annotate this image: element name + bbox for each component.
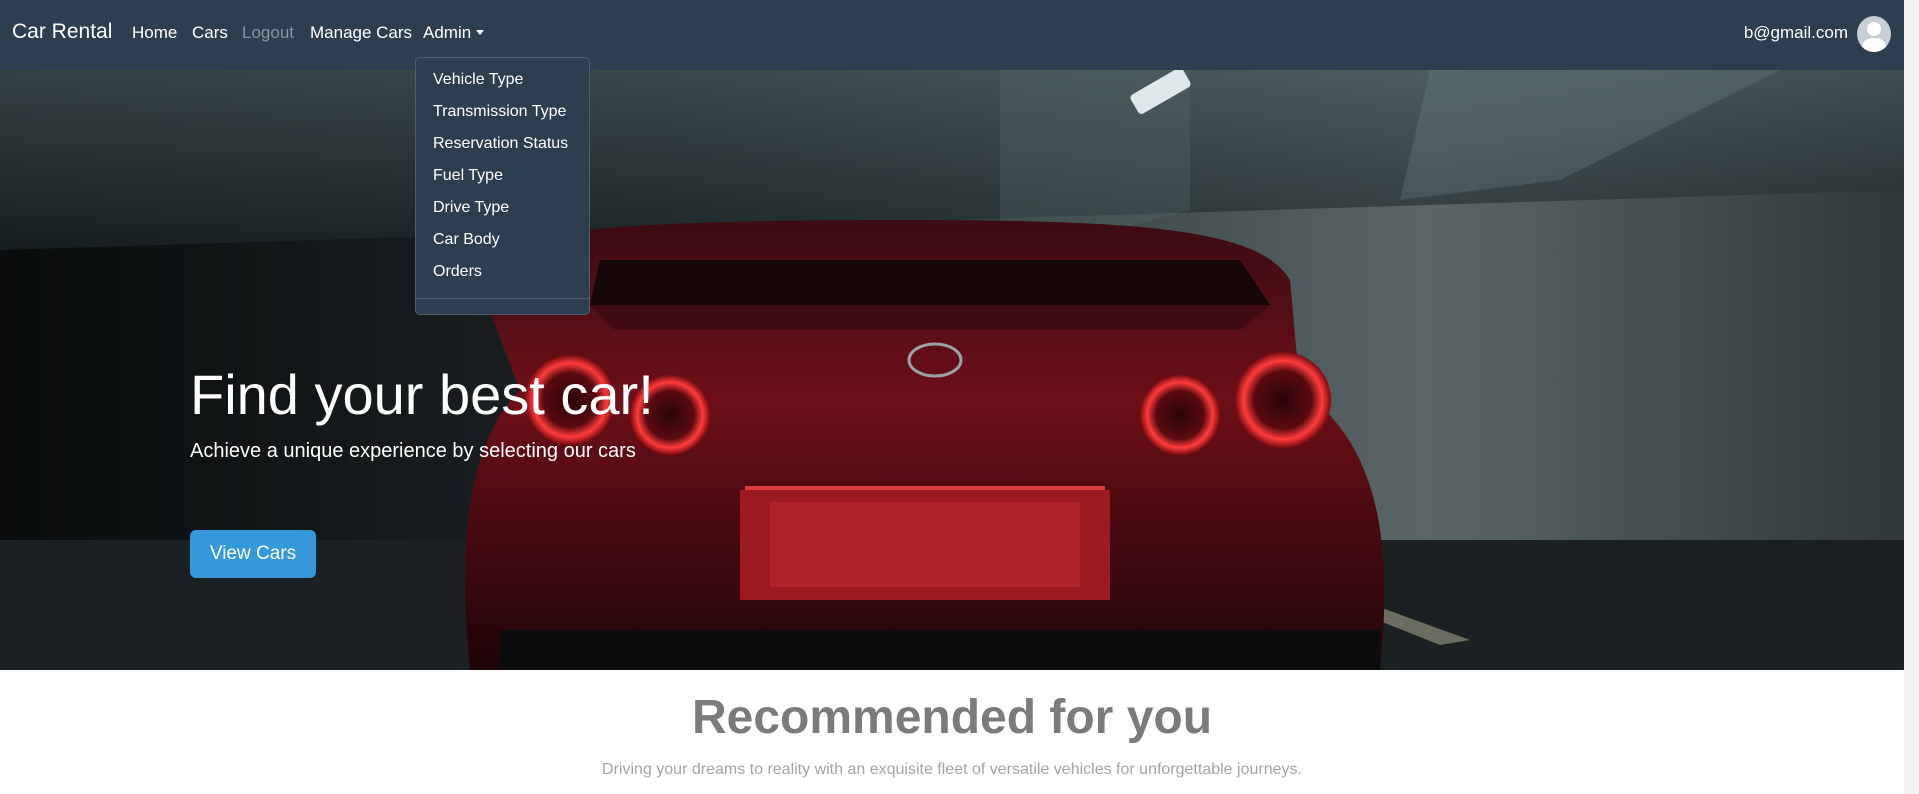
admin-dropdown-menu: Vehicle Type Transmission Type Reservati… <box>415 57 590 315</box>
nav-logout-link[interactable]: Logout <box>242 23 294 43</box>
view-cars-button[interactable]: View Cars <box>190 530 316 578</box>
menu-item-car-body[interactable]: Car Body <box>433 231 500 249</box>
nav-admin-dropdown-toggle[interactable]: Admin <box>423 23 485 43</box>
hero-subtitle: Achieve a unique experience by selecting… <box>190 440 636 462</box>
nav-cars-link[interactable]: Cars <box>192 23 228 43</box>
navbar: Car Rental Home Cars Logout Manage Cars … <box>0 0 1904 70</box>
menu-item-vehicle-type[interactable]: Vehicle Type <box>433 71 523 89</box>
nav-home-link[interactable]: Home <box>132 23 177 43</box>
menu-item-transmission-type[interactable]: Transmission Type <box>433 103 566 121</box>
recommended-title: Recommended for you <box>691 691 1213 744</box>
user-email[interactable]: b@gmail.com <box>1744 23 1848 43</box>
caret-down-icon <box>476 30 485 35</box>
hero-title: Find your best car! <box>190 363 654 426</box>
menu-item-orders[interactable]: Orders <box>433 263 482 281</box>
avatar-icon[interactable] <box>1857 16 1891 52</box>
dropdown-divider <box>416 298 589 299</box>
menu-item-fuel-type[interactable]: Fuel Type <box>433 167 503 185</box>
nav-admin-label: Admin <box>423 23 472 42</box>
page-scrollbar[interactable] <box>1904 0 1919 794</box>
nav-manage-cars-link[interactable]: Manage Cars <box>310 23 412 43</box>
menu-item-reservation-status[interactable]: Reservation Status <box>433 135 568 153</box>
page: Car Rental Home Cars Logout Manage Cars … <box>0 0 1904 794</box>
menu-item-drive-type[interactable]: Drive Type <box>433 199 509 217</box>
recommended-subtitle: Driving your dreams to reality with an e… <box>602 761 1302 778</box>
brand-link[interactable]: Car Rental <box>12 20 112 44</box>
hero-section: Find your best car! Achieve a unique exp… <box>0 70 1904 670</box>
